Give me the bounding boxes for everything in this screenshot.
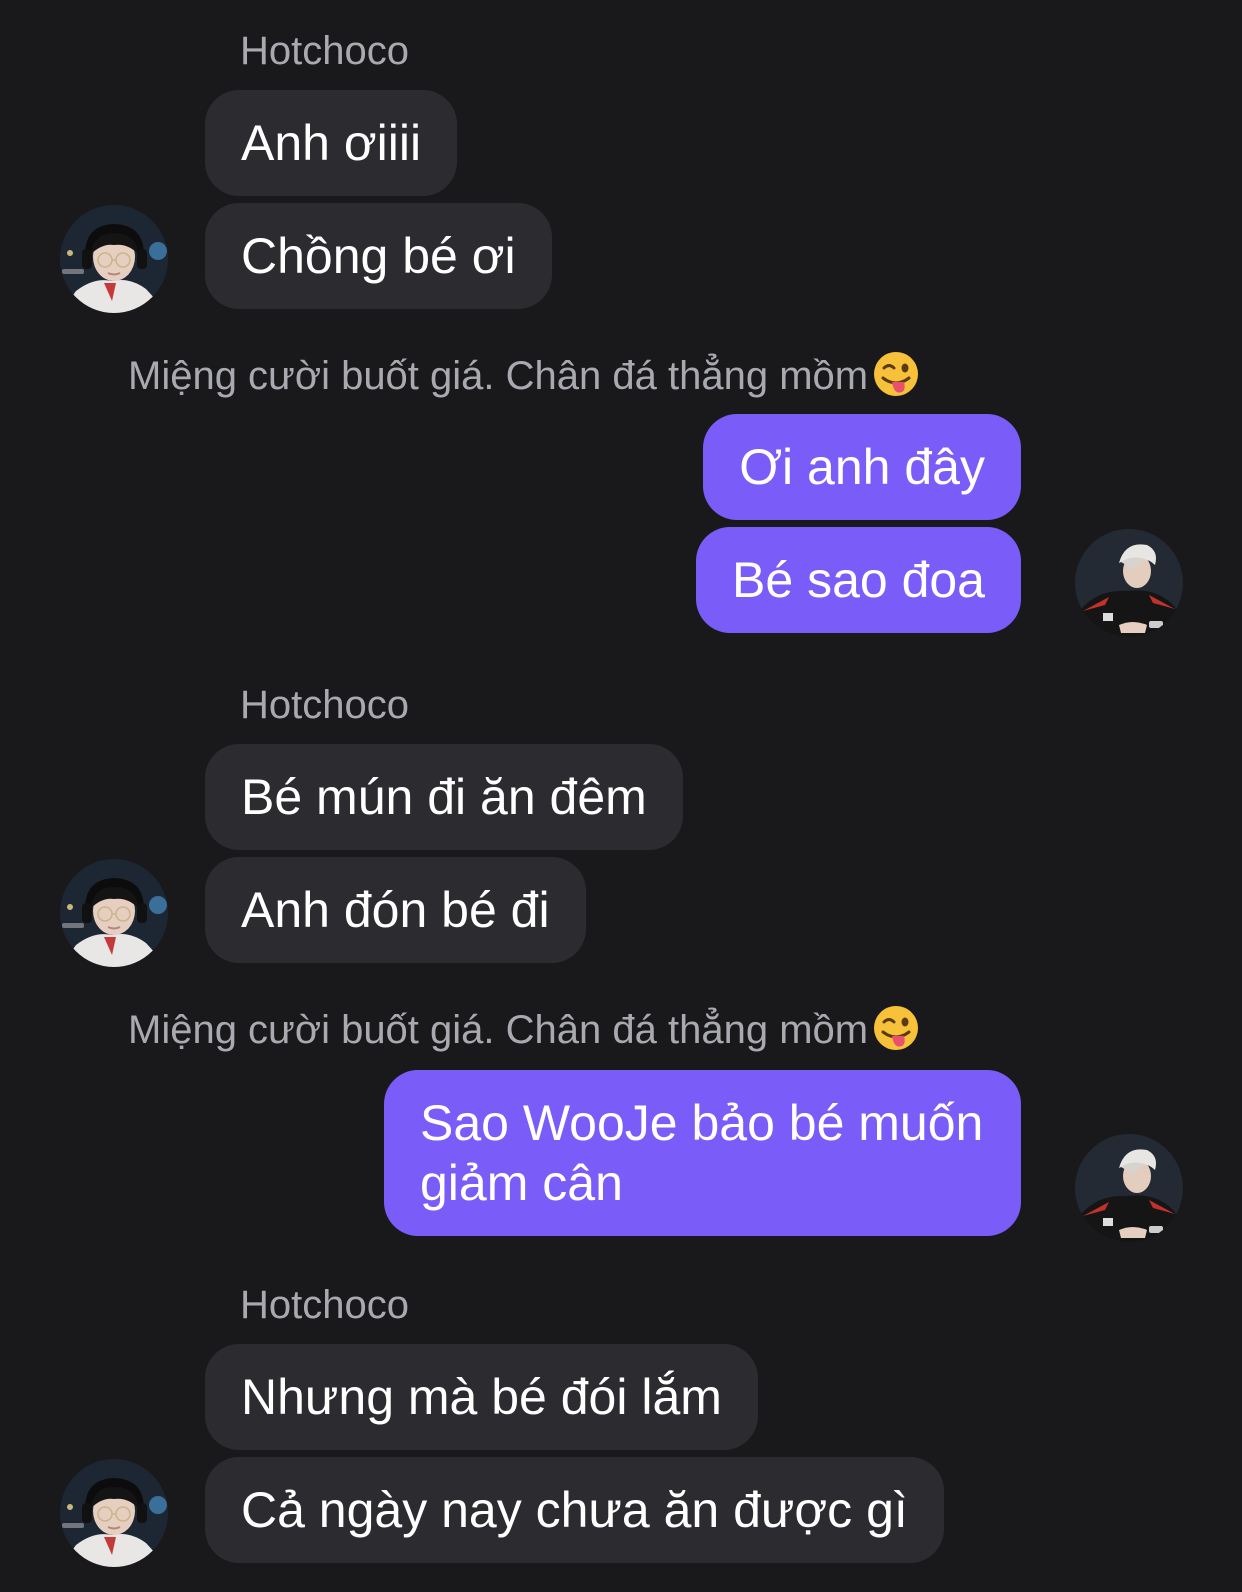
message-bubble-incoming[interactable]: Anh đón bé đi	[205, 857, 586, 963]
message-bubble-incoming[interactable]: Bé mún đi ăn đêm	[205, 744, 683, 850]
sender-name-hotchoco: Hotchoco	[240, 683, 409, 727]
message-bubble-incoming[interactable]: Nhưng mà bé đói lắm	[205, 1344, 758, 1450]
winking-tongue-emoji-icon	[872, 350, 920, 398]
message-bubble-outgoing[interactable]: Sao WooJe bảo bé muốn giảm cân	[384, 1070, 1021, 1236]
message-bubble-incoming[interactable]: Anh ơiiii	[205, 90, 458, 196]
message-bubble-incoming[interactable]: Chồng bé ơi	[205, 203, 552, 309]
message-bubble-outgoing[interactable]: Ơi anh đây	[703, 414, 1021, 520]
sender-name-text: Miệng cười buốt giá. Chân đá thẳng mồm	[128, 354, 869, 398]
message-bubble-outgoing[interactable]: Bé sao đoa	[696, 527, 1021, 633]
message-bubble-incoming[interactable]: Cả ngày nay chưa ăn được gì	[205, 1457, 944, 1563]
sender-name-outgoing: Miệng cười buốt giá. Chân đá thẳng mồm	[128, 350, 920, 398]
avatar-self[interactable]	[1075, 529, 1183, 637]
avatar-hotchoco[interactable]	[60, 859, 168, 967]
sender-name-hotchoco: Hotchoco	[240, 1283, 409, 1327]
avatar-hotchoco[interactable]	[60, 205, 168, 313]
sender-name-outgoing: Miệng cười buốt giá. Chân đá thẳng mồm	[128, 1004, 920, 1052]
avatar-hotchoco[interactable]	[60, 1459, 168, 1567]
chat-thread[interactable]: Hotchoco Anh ơiiii Chồng bé ơi Miệng cườ…	[0, 0, 1242, 1592]
winking-tongue-emoji-icon	[872, 1004, 920, 1052]
avatar-self[interactable]	[1075, 1134, 1183, 1242]
sender-name-text: Miệng cười buốt giá. Chân đá thẳng mồm	[128, 1008, 869, 1052]
sender-name-hotchoco: Hotchoco	[240, 29, 409, 73]
